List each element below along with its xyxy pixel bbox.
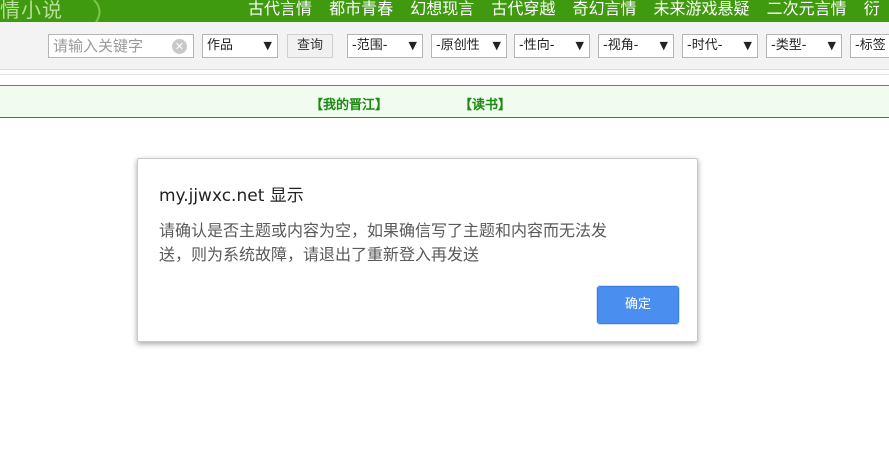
nav-link-urban-youth[interactable]: 都市青春 [329, 0, 393, 19]
filter-genre-value: -类型- [771, 38, 807, 53]
search-placeholder: 请输入关键字 [53, 37, 144, 55]
dropdown-arrow-icon: ▼ [659, 39, 668, 52]
dropdown-arrow-icon: ▼ [575, 39, 584, 52]
filter-era-value: -时代- [687, 38, 723, 53]
category-nav: 古代言情 都市青春 幻想现言 古代穿越 奇幻言情 未来游戏悬疑 二次元言情 衍 [248, 0, 889, 19]
filter-originality-value: -原创性 [436, 38, 480, 53]
filter-era-select[interactable]: -时代- ▼ [682, 34, 758, 58]
nav-link-ancient-time-travel[interactable]: 古代穿越 [491, 0, 555, 19]
nav-link-future-game-mystery[interactable]: 未来游戏悬疑 [654, 0, 750, 19]
filter-orientation-select[interactable]: -性向- ▼ [514, 34, 590, 58]
my-jinjiang-link[interactable]: 【我的晋江】 [310, 94, 388, 113]
search-input[interactable]: 请输入关键字 ✕ [48, 34, 194, 58]
ok-button[interactable]: 确定 [597, 286, 679, 324]
nav-link-ancient-romance[interactable]: 古代言情 [248, 0, 312, 19]
filter-tag-select[interactable]: -标签 [850, 34, 889, 58]
nav-link-fantasy-romance[interactable]: 奇幻言情 [572, 0, 636, 19]
dropdown-arrow-icon: ▼ [492, 39, 501, 52]
dropdown-arrow-icon: ▼ [263, 39, 272, 52]
filter-tag-value: -标签 [855, 38, 886, 53]
filter-originality-select[interactable]: -原创性 ▼ [431, 34, 507, 58]
filter-perspective-value: -视角- [603, 38, 639, 53]
dialog-title: my.jjwxc.net 显示 [159, 186, 304, 206]
search-type-value: 作品 [207, 38, 234, 53]
clear-icon[interactable]: ✕ [172, 39, 187, 54]
dialog-message-line: 请确认是否主题或内容为空，如果确信写了主题和内容而无法发 [159, 221, 608, 240]
divider [0, 74, 889, 75]
sub-nav: 【我的晋江】 【读书】 [0, 86, 889, 118]
dropdown-arrow-icon: ▼ [827, 39, 836, 52]
search-type-select[interactable]: 作品 ▼ [202, 34, 278, 58]
nav-link-acg-romance[interactable]: 二次元言情 [767, 0, 847, 19]
filter-perspective-select[interactable]: -视角- ▼ [598, 34, 674, 58]
top-nav-bar: 情小说 古代言情 都市青春 幻想现言 古代穿越 奇幻言情 未来游戏悬疑 二次元言… [0, 0, 889, 22]
filter-scope-value: -范围- [352, 38, 388, 53]
logo-curve-decoration [93, 0, 101, 22]
dropdown-arrow-icon: ▼ [743, 39, 752, 52]
search-bar: 请输入关键字 ✕ 作品 ▼ 查询 -范围- ▼ -原创性 ▼ -性向- ▼ -视… [0, 22, 889, 70]
query-button[interactable]: 查询 [287, 34, 333, 58]
filter-scope-select[interactable]: -范围- ▼ [347, 34, 423, 58]
filter-genre-select[interactable]: -类型- ▼ [766, 34, 842, 58]
dialog-message-line: 送，则为系统故障，请退出了重新登入再发送 [159, 245, 480, 264]
alert-dialog: my.jjwxc.net 显示 请确认是否主题或内容为空，如果确信写了主题和内容… [137, 158, 698, 342]
site-logo-fragment[interactable]: 情小说 [0, 0, 63, 22]
nav-link-derivative[interactable]: 衍 [864, 0, 880, 19]
dialog-message: 请确认是否主题或内容为空，如果确信写了主题和内容而无法发 送，则为系统故障，请退… [159, 219, 664, 267]
dropdown-arrow-icon: ▼ [408, 39, 417, 52]
filter-orientation-value: -性向- [519, 38, 555, 53]
reading-link[interactable]: 【读书】 [459, 94, 511, 113]
nav-link-fantasy-modern[interactable]: 幻想现言 [410, 0, 474, 19]
